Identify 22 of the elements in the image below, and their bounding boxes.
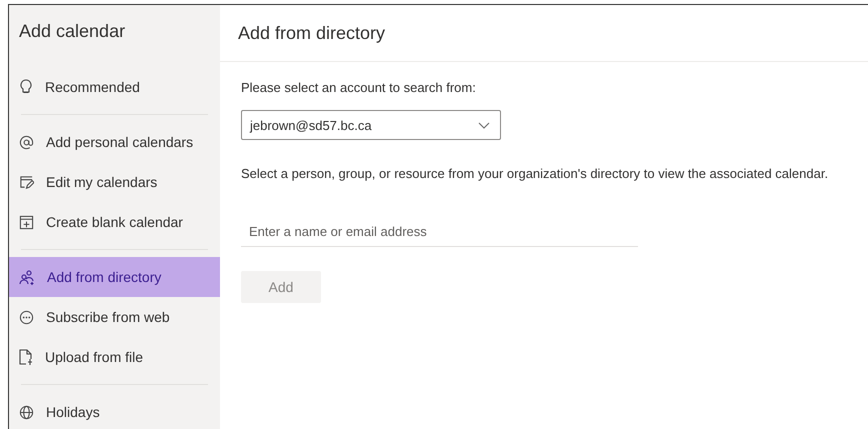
description-text: Select a person, group, or resource from your organization's directory to view the associated calendar. [241,166,828,181]
panel-title: Add from directory [238,22,386,44]
sidebar-item[interactable]: Create blank calendar [9,202,220,242]
edit-icon [19,174,34,190]
sidebar-item[interactable]: Add from directory [9,257,220,297]
lightbulb-icon [19,79,33,95]
account-dropdown[interactable]: jebrown@sd57.bc.ca [241,110,501,140]
sidebar-item[interactable]: Subscribe from web [9,297,220,337]
sidebar-item[interactable]: Holidays [9,392,220,429]
sidebar-item[interactable]: Upload from file [9,337,220,377]
sidebar-item[interactable]: Add personal calendars [9,122,220,162]
file-upload-icon [19,349,33,365]
sidebar-title: Add calendar [18,20,126,43]
sidebar-item[interactable]: Recommended [9,67,220,107]
sidebar-item[interactable]: Edit my calendars [9,162,220,202]
calendar-add-icon [19,214,34,230]
people-icon [19,270,35,284]
ellipsis-circle-icon [19,310,34,324]
at-sign-icon [19,134,34,150]
account-label: Please select an account to search from: [241,80,476,95]
globe-icon [19,404,34,420]
chevron-down-icon [478,122,490,128]
